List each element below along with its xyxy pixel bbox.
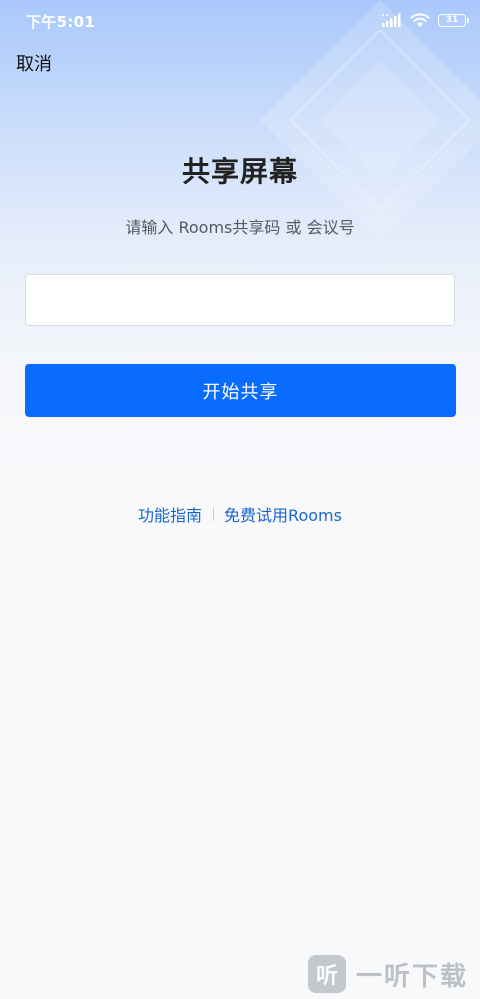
wifi-icon [410,12,430,27]
signal-icon [382,13,401,27]
battery-icon: 31 [438,13,469,27]
watermark: 听 一听下载 [307,955,468,993]
status-time: 下午5:01 [26,13,96,31]
share-code-input[interactable] [25,274,455,326]
start-sharing-button[interactable]: 开始共享 [25,364,456,417]
battery-level: 31 [445,14,459,25]
watermark-logo: 听 [307,955,346,993]
link-divider [213,507,215,521]
status-icons: 31 [382,10,469,30]
page-title: 共享屏幕 [181,155,298,188]
page-subtitle: 请输入 Rooms共享码 或 会议号 [125,218,355,237]
decorative-diamond-pattern [260,0,480,240]
status-bar: 下午5:01 31 [0,0,480,42]
share-screen-page: 下午5:01 31 取消 共享屏幕 请输入 Rooms共享码 或 会议号 开始共… [0,0,480,999]
feature-guide-link[interactable]: 功能指南 [138,502,202,526]
free-trial-rooms-link[interactable]: 免费试用Rooms [224,502,342,526]
footer-links: 功能指南 免费试用Rooms [0,502,480,526]
watermark-text: 一听下载 [355,961,468,992]
cancel-button[interactable]: 取消 [16,50,52,76]
